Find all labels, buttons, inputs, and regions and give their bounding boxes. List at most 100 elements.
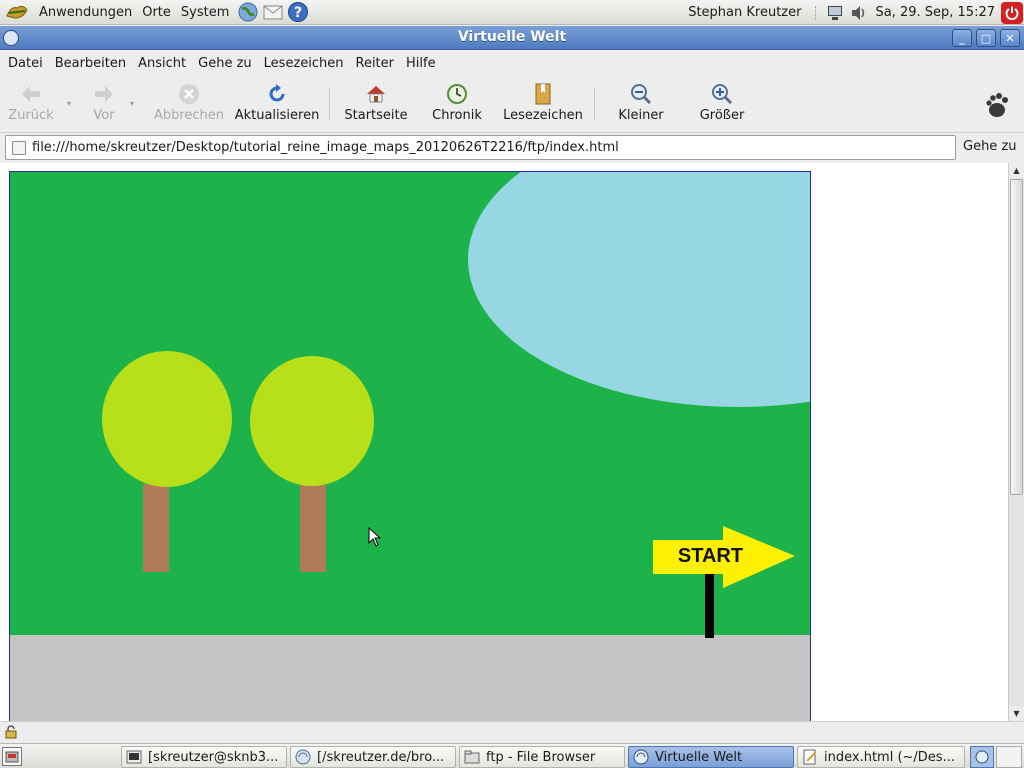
tree-trunk (143, 484, 169, 572)
window-titlebar[interactable]: Virtuelle Welt _ □ ✕ (0, 26, 1024, 50)
back-arrow-icon (19, 82, 43, 106)
url-input[interactable]: file:///home/skreutzer/Desktop/tutorial_… (5, 135, 956, 160)
reload-label: Aktualisieren (234, 108, 320, 123)
close-button[interactable]: ✕ (1000, 29, 1020, 47)
applications-menu[interactable]: Anwendungen (34, 0, 137, 25)
network-monitor-icon[interactable] (825, 3, 845, 23)
taskbar-item-virtual-world[interactable]: Virtuelle Welt (628, 746, 794, 768)
history-button[interactable]: Chronik (431, 82, 483, 130)
taskbar-item-file-browser[interactable]: ftp - File Browser (459, 746, 625, 768)
web-browser-launcher-icon[interactable] (237, 1, 259, 23)
taskbar-item-terminal[interactable]: [skreutzer@sknb3... (121, 746, 287, 768)
back-label: Zurück (8, 108, 54, 123)
zoom-out-label: Kleiner (618, 108, 664, 123)
show-desktop-button[interactable] (2, 747, 22, 766)
history-label: Chronik (432, 108, 482, 123)
bookmarks-button[interactable]: Lesezeichen (502, 82, 584, 130)
home-icon (364, 82, 388, 106)
scroll-up-icon[interactable]: ▲ (1009, 163, 1024, 178)
menu-go[interactable]: Gehe zu (198, 56, 252, 71)
home-label: Startseite (344, 108, 408, 123)
vertical-scrollbar[interactable]: ▲ ▼ (1008, 163, 1024, 721)
tree-trunk (300, 484, 326, 572)
go-button[interactable]: Gehe zu (963, 139, 1017, 154)
zoom-out-icon (629, 82, 653, 106)
back-button[interactable]: Zurück (8, 82, 54, 130)
places-menu[interactable]: Orte (137, 0, 176, 25)
forward-history-dropdown-icon[interactable]: ▾ (130, 99, 134, 108)
virtual-world-image-map: START (9, 171, 811, 721)
menu-view[interactable]: Ansicht (138, 56, 186, 71)
forward-arrow-icon (92, 82, 116, 106)
stop-label: Abbrechen (153, 108, 225, 123)
tree-crown[interactable] (250, 356, 374, 486)
menu-help[interactable]: Hilfe (406, 56, 436, 71)
clock[interactable]: Sa, 29. Sep, 15:27 (875, 5, 995, 20)
taskbar-item-browser[interactable]: [/skreutzer.de/bro... (290, 746, 456, 768)
mail-launcher-icon[interactable] (262, 1, 284, 23)
browser-icon (295, 749, 311, 765)
stop-button[interactable]: Abbrechen (153, 82, 225, 130)
security-lock-icon[interactable] (4, 725, 18, 739)
lake[interactable] (468, 172, 810, 407)
zoom-in-label: Größer (699, 108, 745, 123)
toolbar-separator (329, 87, 330, 121)
svg-text:?: ? (294, 5, 302, 21)
system-menu[interactable]: System (176, 0, 234, 25)
home-button[interactable]: Startseite (343, 82, 409, 130)
window-title: Virtuelle Welt (457, 29, 567, 45)
menu-tabs[interactable]: Reiter (356, 56, 395, 71)
url-text: file:///home/skreutzer/Desktop/tutorial_… (32, 140, 619, 155)
bottom-panel: [skreutzer@sknb3... [/skreutzer.de/bro..… (0, 743, 1024, 768)
places-menu-label: Orte (142, 4, 171, 20)
reload-button[interactable]: Aktualisieren (235, 82, 319, 130)
panel-separator (815, 5, 817, 20)
scrollbar-thumb[interactable] (1010, 179, 1023, 495)
gnome-foot-throbber-icon (982, 91, 1010, 119)
workspace-2[interactable] (996, 746, 1022, 768)
taskbar-item-label: [/skreutzer.de/bro... (317, 749, 445, 765)
maximize-icon: □ (980, 31, 992, 45)
gray-ground (10, 635, 810, 721)
reload-icon (265, 82, 289, 106)
menu-bookmarks[interactable]: Lesezeichen (264, 56, 344, 71)
workspace-1[interactable] (970, 746, 994, 768)
history-clock-icon (445, 82, 469, 106)
close-icon: ✕ (1005, 31, 1015, 45)
applications-menu-label: Anwendungen (39, 4, 133, 20)
power-button-icon[interactable] (1001, 1, 1023, 24)
page-favicon-icon (12, 140, 26, 155)
mouse-cursor-icon (368, 527, 382, 547)
zoom-in-button[interactable]: Größer (698, 82, 746, 130)
forward-button[interactable]: Vor (88, 82, 120, 130)
taskbar-item-label: index.html (~/Des... (824, 749, 955, 765)
gnome-foot-menu-icon[interactable] (5, 2, 29, 22)
menu-edit[interactable]: Bearbeiten (55, 56, 126, 71)
scroll-down-icon[interactable]: ▼ (1009, 706, 1024, 721)
location-bar: file:///home/skreutzer/Desktop/tutorial_… (0, 134, 1024, 162)
user-switcher[interactable]: Stephan Kreutzer (688, 5, 801, 20)
taskbar-item-text-editor[interactable]: index.html (~/Des... (797, 746, 965, 768)
back-history-dropdown-icon[interactable]: ▾ (67, 99, 71, 108)
text-editor-icon (803, 749, 816, 765)
page-viewport: START (0, 163, 1008, 721)
taskbar-item-label: Virtuelle Welt (655, 749, 743, 765)
tree-crown[interactable] (102, 351, 232, 487)
workspace-browser-icon (975, 750, 989, 764)
bookmarks-icon (531, 82, 555, 106)
start-sign[interactable]: START (653, 526, 795, 638)
browser-icon (633, 749, 649, 765)
zoom-in-icon (710, 82, 734, 106)
maximize-button[interactable]: □ (976, 29, 996, 47)
minimize-icon: _ (959, 31, 965, 45)
volume-icon[interactable] (849, 3, 869, 23)
top-panel: Anwendungen Orte System ? Stephan Kreutz… (0, 0, 1024, 25)
minimize-button[interactable]: _ (952, 29, 972, 47)
stop-icon (177, 82, 201, 106)
forward-label: Vor (93, 108, 115, 123)
zoom-out-button[interactable]: Kleiner (617, 82, 665, 130)
help-launcher-icon[interactable]: ? (287, 1, 309, 23)
show-desktop-icon (5, 751, 19, 762)
menu-file[interactable]: Datei (8, 56, 43, 71)
taskbar-item-label: [skreutzer@sknb3... (148, 749, 279, 765)
